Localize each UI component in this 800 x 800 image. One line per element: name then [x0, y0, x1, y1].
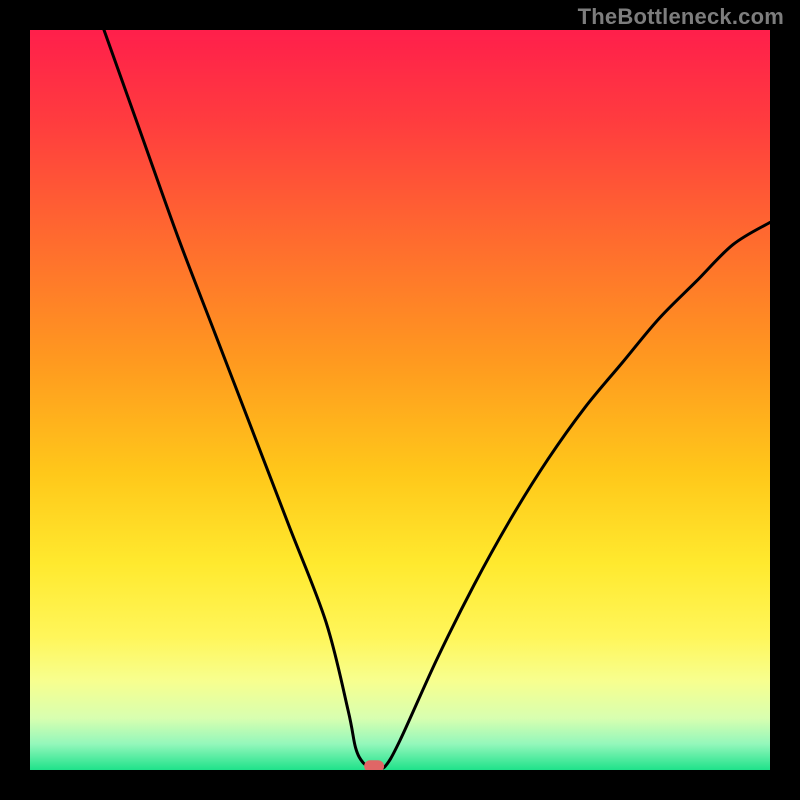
chart-plot-area	[30, 30, 770, 770]
watermark-text: TheBottleneck.com	[578, 4, 784, 30]
chart-svg	[30, 30, 770, 770]
chart-marker	[364, 760, 384, 770]
chart-frame: TheBottleneck.com	[0, 0, 800, 800]
chart-background	[30, 30, 770, 770]
